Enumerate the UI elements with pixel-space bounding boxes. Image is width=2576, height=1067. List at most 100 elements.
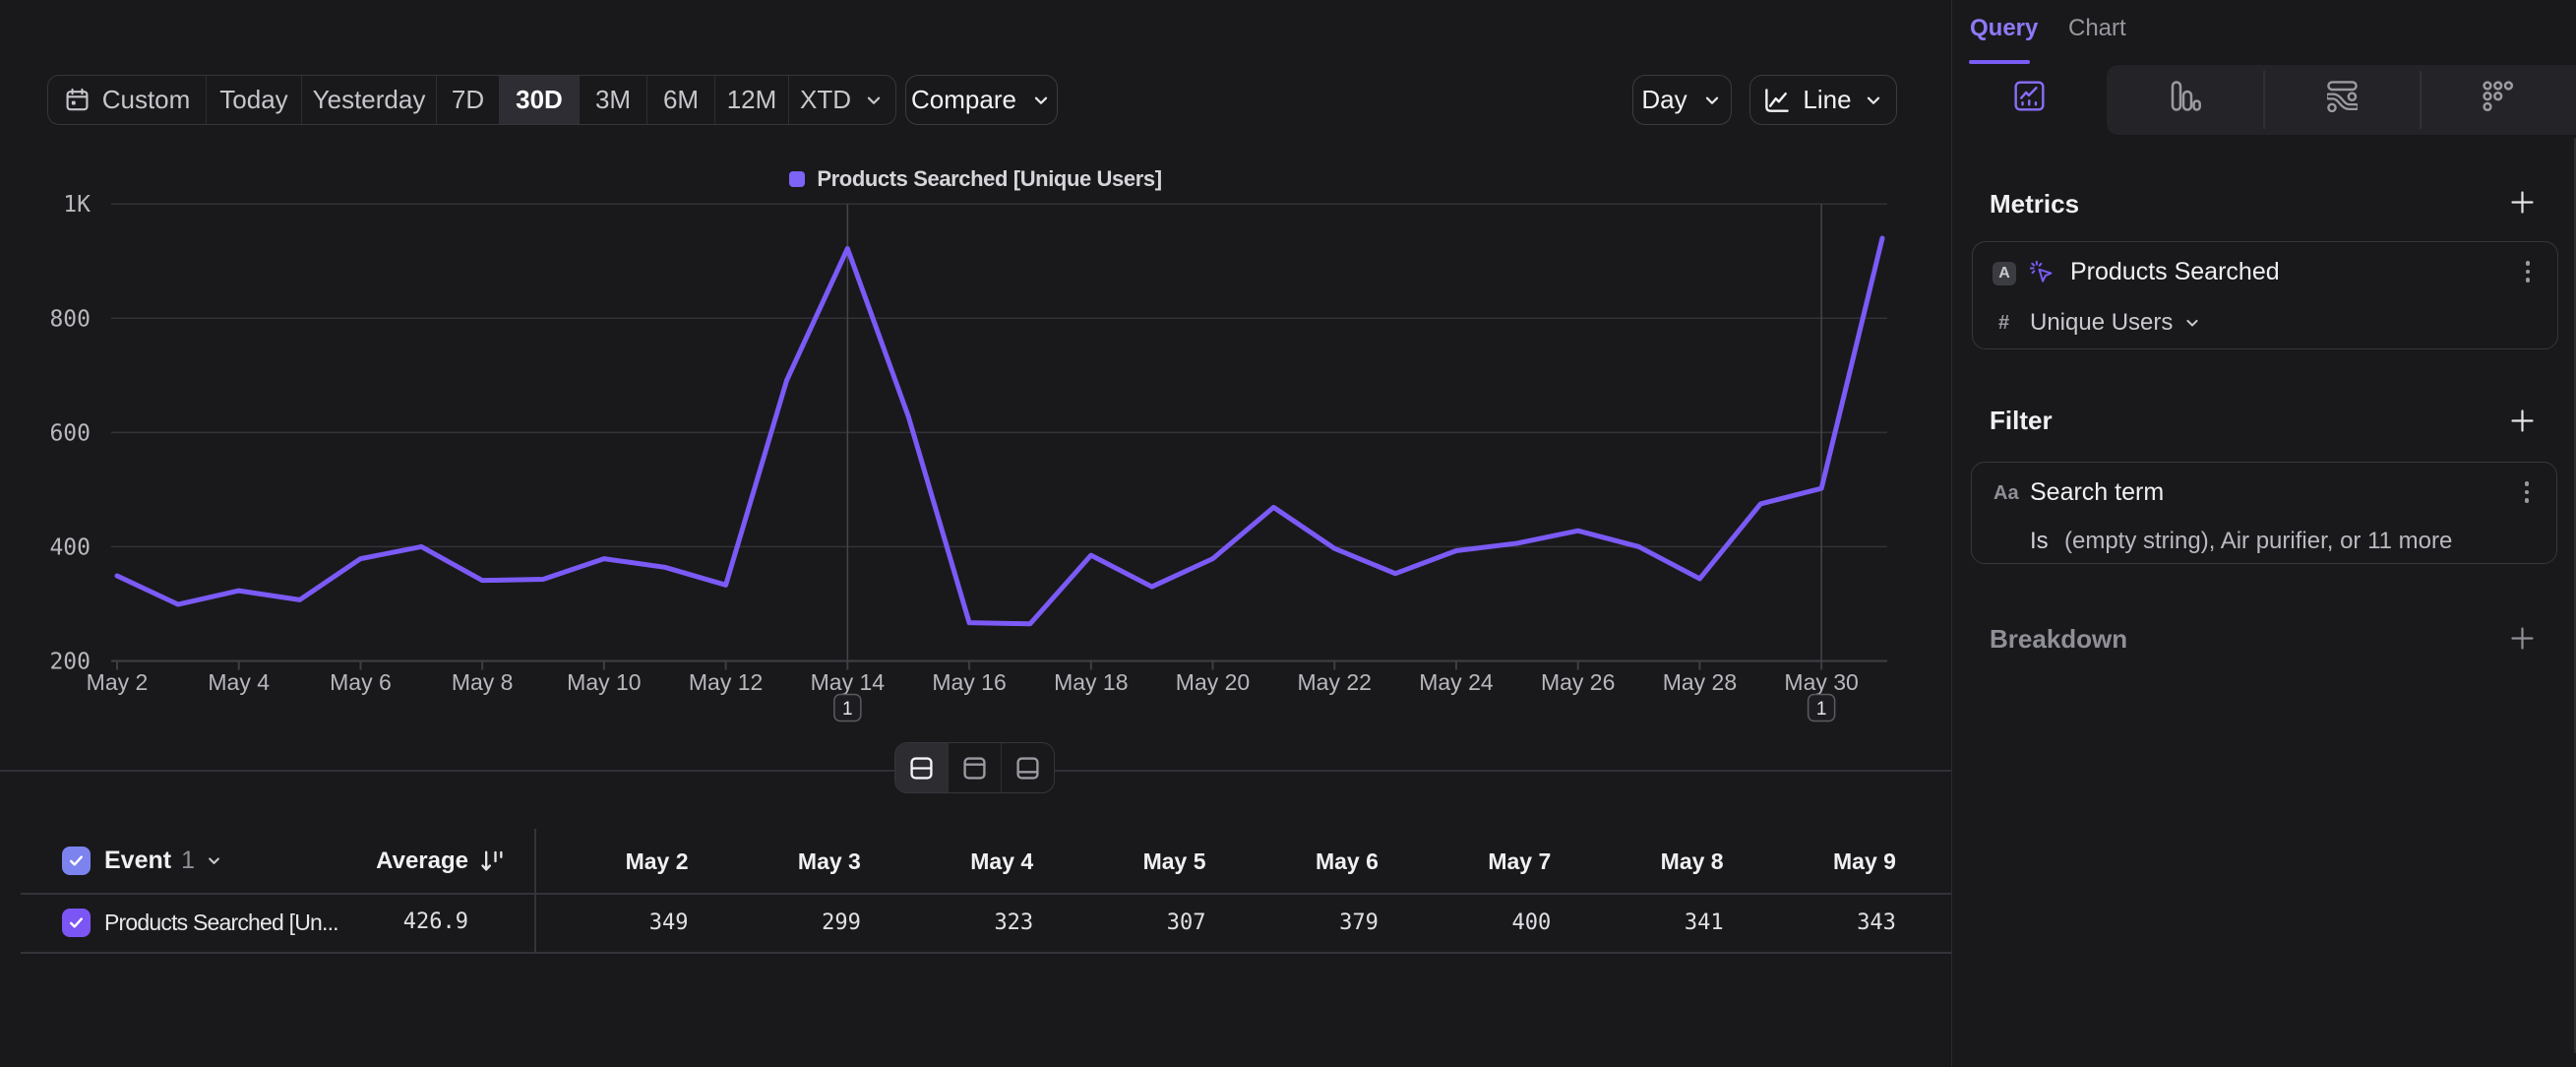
filter-operator[interactable]: Is [2030,528,2049,555]
svg-text:1K: 1K [63,192,91,218]
select-all-checkbox[interactable] [62,847,91,875]
event-icon [2030,260,2055,284]
date-range-label: Today [219,85,287,115]
svg-text:May 22: May 22 [1298,669,1372,695]
date-cell-value: 400 [1393,910,1551,935]
measure-dropdown[interactable]: Unique Users [2030,309,2202,337]
filter-card[interactable]: Aa Search term Is (empty string), Air pu… [1971,462,2557,564]
date-range-12m[interactable]: 12M [715,76,789,124]
filter-heading: Filter [1990,406,2053,436]
svg-text:May 24: May 24 [1419,669,1494,695]
row-checkbox[interactable] [62,909,91,937]
calendar-icon [64,87,91,113]
date-range-yesterday[interactable]: Yesterday [302,76,437,124]
add-breakdown-button[interactable] [2511,627,2534,650]
date-range-label: Yesterday [313,85,426,115]
date-range-today[interactable]: Today [207,76,302,124]
line-chart[interactable]: 2004006008001KMay 2May 4May 6May 8May 10… [0,148,1951,770]
chevron-down-icon [1030,90,1052,111]
svg-text:May 10: May 10 [567,669,641,695]
svg-text:200: 200 [49,650,91,675]
average-column-header[interactable]: Average [311,847,468,875]
date-cell-value: 341 [1566,910,1724,935]
date-range-6m[interactable]: 6M [647,76,715,124]
date-cell-value: 307 [1049,910,1206,935]
date-range-xtd[interactable]: XTD [789,76,895,124]
tab-divider [2263,71,2265,129]
chart-type-dropdown[interactable]: Line [1749,75,1897,125]
date-range-label: 3M [595,85,631,115]
add-filter-button[interactable] [2511,409,2534,432]
flows-tab-icon[interactable] [2327,81,2358,112]
svg-text:May 30: May 30 [1784,669,1858,695]
tab-divider [2420,71,2422,129]
insights-tab-icon[interactable] [2014,81,2045,111]
date-column-header[interactable]: May 4 [876,848,1033,875]
add-metric-button[interactable] [2511,191,2534,214]
date-range-custom[interactable]: Custom [48,76,207,124]
metric-letter-badge: A [1993,262,2016,285]
date-range-label: 30D [516,85,563,115]
date-cell-value: 379 [1221,910,1379,935]
svg-text:May 18: May 18 [1054,669,1128,695]
measure-type-symbol: # [1998,312,2009,335]
svg-text:May 16: May 16 [932,669,1006,695]
svg-text:May 8: May 8 [452,669,514,695]
chevron-down-icon [863,90,885,111]
date-column-header[interactable]: May 7 [1393,848,1551,875]
line-chart-icon [1762,86,1792,115]
date-range-30d[interactable]: 30D [500,76,580,124]
layout-split-icon [908,755,935,782]
event-column-header[interactable]: Event 1 [104,847,223,875]
sort-descending-icon[interactable] [478,847,506,875]
tab-chart[interactable]: Chart [2068,15,2126,42]
date-column-header[interactable]: May 3 [704,848,861,875]
table-header-divider [21,893,1951,895]
date-range-label: XTD [800,85,851,115]
metrics-heading: Metrics [1990,189,2079,220]
date-column-header[interactable]: May 2 [531,848,689,875]
date-range-custom-label: Custom [102,85,191,115]
date-column-header[interactable]: May 8 [1566,848,1724,875]
filter-value[interactable]: (empty string), Air purifier, or 11 more [2064,528,2452,555]
breakdown-heading: Breakdown [1990,624,2127,655]
svg-text:May 2: May 2 [87,669,149,695]
check-icon [68,852,85,869]
active-tab-indicator [1969,60,2030,64]
chevron-down-icon [205,851,223,870]
layout-table-only-icon [1014,755,1041,782]
metric-card[interactable]: A Products Searched # Unique Users [1972,241,2558,349]
metric-event-name: Products Searched [2070,258,2280,286]
tab-query[interactable]: Query [1970,15,2038,42]
retention-tab-icon[interactable] [2483,81,2513,111]
date-range-label: 12M [727,85,777,115]
svg-text:May 28: May 28 [1663,669,1737,695]
svg-text:May 20: May 20 [1176,669,1250,695]
date-column-header[interactable]: May 5 [1049,848,1206,875]
date-column-header[interactable]: May 6 [1221,848,1379,875]
date-range-7d[interactable]: 7D [437,76,500,124]
svg-text:May 4: May 4 [208,669,270,695]
funnels-tab-icon[interactable] [2171,81,2201,111]
svg-text:May 26: May 26 [1541,669,1615,695]
layout-table-only-button[interactable] [1002,743,1054,792]
filter-property-name: Search term [2030,478,2164,507]
date-range-selector: Custom Today Yesterday 7D 30D 3M 6M 12M … [47,75,896,125]
filter-menu-button[interactable] [2525,481,2530,503]
svg-text:800: 800 [49,306,91,332]
insights-report-page: Custom Today Yesterday 7D 30D 3M 6M 12M … [0,0,2576,1067]
date-cell-value: 349 [531,910,689,935]
granularity-dropdown[interactable]: Day [1632,75,1732,125]
date-range-label: 6M [663,85,699,115]
date-range-3m[interactable]: 3M [580,76,647,124]
date-column-header[interactable]: May 9 [1739,848,1896,875]
layout-chart-only-button[interactable] [949,743,1002,792]
metric-menu-button[interactable] [2526,261,2531,282]
compare-button[interactable]: Compare [905,75,1058,125]
check-icon [68,914,85,931]
row-label[interactable]: Products Searched [Un... [104,909,338,937]
layout-chart-only-icon [961,755,988,782]
svg-text:400: 400 [49,534,91,560]
property-type-label: Aa [1993,482,2019,505]
layout-split-button[interactable] [895,743,949,792]
